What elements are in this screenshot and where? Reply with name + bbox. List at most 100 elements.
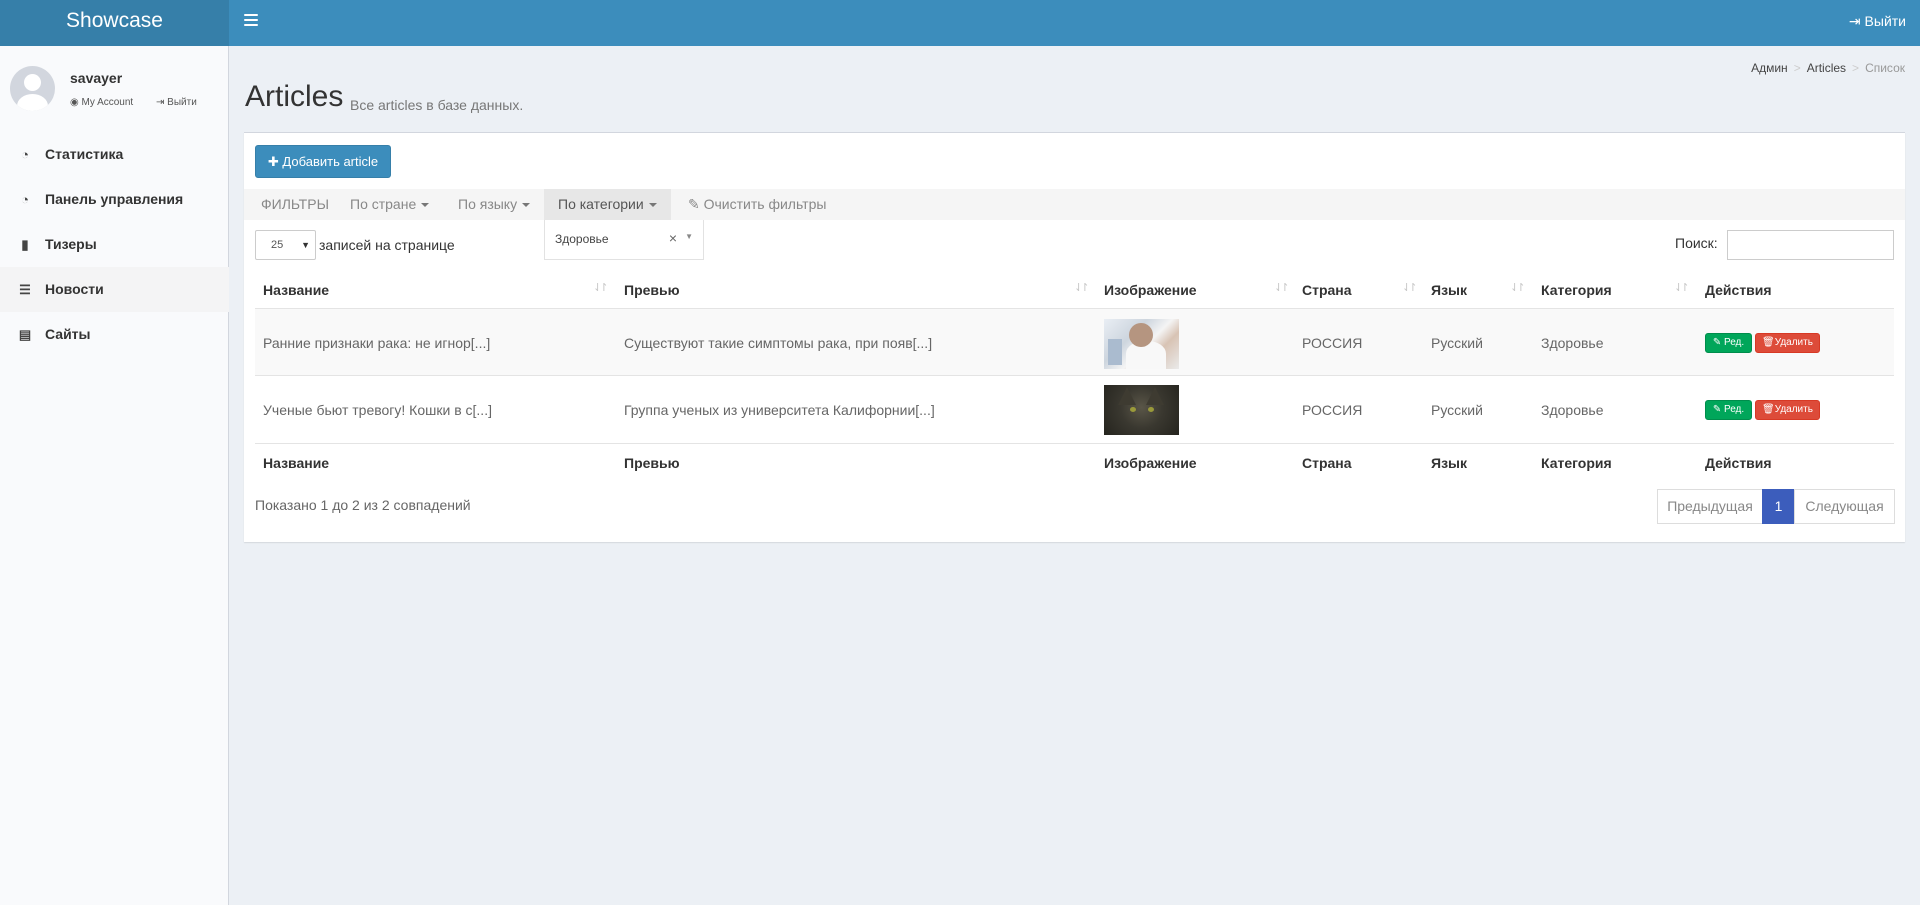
sign-out-icon: ⇥ xyxy=(1848,13,1861,29)
edit-button[interactable]: ✎ Ред. xyxy=(1705,333,1752,353)
user-links: ◉ My Account ⇥ Выйти xyxy=(70,97,217,108)
breadcrumb-articles[interactable]: Articles xyxy=(1807,61,1846,75)
sidebar: savayer ◉ My Account ⇥ Выйти ◔ Статистика… xyxy=(0,46,229,905)
filter-country[interactable]: По стране xyxy=(350,189,430,220)
category-select-value: Здоровье xyxy=(555,232,609,246)
footer-column-title: Название xyxy=(263,455,330,471)
avatar xyxy=(10,66,55,111)
trash-icon: 🗑 xyxy=(1762,337,1775,348)
pagination-page-1[interactable]: 1 xyxy=(1762,489,1795,524)
sidebar-item-label: Тизеры xyxy=(45,236,97,252)
sidebar-item-control-panel[interactable]: ◔ Панель управления xyxy=(0,177,229,222)
breadcrumb-admin[interactable]: Админ xyxy=(1751,61,1788,75)
table-row xyxy=(255,309,1894,375)
chevron-down-icon: ▼ xyxy=(685,232,693,241)
article-thumbnail xyxy=(1104,319,1179,369)
edit-button[interactable]: ✎ Ред. xyxy=(1705,400,1752,420)
logout-label: Выйти xyxy=(1864,13,1906,29)
user-logout-link[interactable]: ⇥ Выйти xyxy=(156,97,207,108)
sidebar-item-news[interactable]: ☰ Новости xyxy=(0,267,229,312)
filter-language[interactable]: По языку xyxy=(458,189,531,220)
logout-button[interactable]: ⇥ Выйти xyxy=(1849,0,1906,42)
pagination-next[interactable]: Следующая xyxy=(1794,489,1895,524)
sort-icon[interactable]: ⇃↾ xyxy=(1074,281,1090,294)
row-title: Ранние признаки рака: не игнор[...] xyxy=(263,335,491,351)
column-header-country[interactable]: Страна xyxy=(1302,282,1352,298)
eraser-icon: ✎ xyxy=(688,196,700,212)
username: savayer xyxy=(70,70,123,86)
filters-label: ФИЛЬТРЫ xyxy=(261,196,329,212)
column-header-title[interactable]: Название xyxy=(263,282,329,298)
sidebar-item-label: Сайты xyxy=(45,326,91,342)
column-header-image[interactable]: Изображение xyxy=(1104,282,1197,298)
column-header-preview[interactable]: Превью xyxy=(624,282,680,298)
column-header-category[interactable]: Категория xyxy=(1541,282,1612,298)
chevron-down-icon: ▼ xyxy=(301,240,310,250)
page-title: Articles xyxy=(245,80,344,113)
menu-toggle-icon[interactable] xyxy=(244,14,258,28)
delete-button[interactable]: 🗑Удалить xyxy=(1755,400,1820,420)
row-country: РОССИЯ xyxy=(1302,402,1363,418)
row-category: Здоровье xyxy=(1541,402,1604,418)
edit-icon: ✎ xyxy=(1712,337,1722,348)
page-subtitle: Все articles в базе данных. xyxy=(350,97,524,113)
footer-column-image: Изображение xyxy=(1104,455,1197,471)
footer-column-actions: Действия xyxy=(1705,455,1772,471)
page-length-label: записей на странице xyxy=(319,237,455,253)
filter-bar: ФИЛЬТРЫ По стране По языку По категории … xyxy=(244,189,1905,220)
sidebar-item-statistics[interactable]: ◔ Статистика xyxy=(0,132,229,177)
sidebar-item-sites[interactable]: ▤ Сайты xyxy=(0,312,229,357)
column-header-language[interactable]: Язык xyxy=(1431,282,1467,298)
trash-icon: 🗑 xyxy=(1762,404,1775,415)
sort-icon[interactable]: ⇃↾ xyxy=(1674,281,1690,294)
clear-filters-button[interactable]: ✎ Очистить фильтры xyxy=(688,189,826,220)
footer-column-category: Категория xyxy=(1541,455,1612,471)
row-preview: Группа ученых из университета Калифорнии… xyxy=(624,402,935,418)
footer-column-language: Язык xyxy=(1431,455,1467,471)
dashboard-icon: ◔ xyxy=(21,147,29,162)
row-language: Русский xyxy=(1431,402,1483,418)
sort-icon[interactable]: ⇃↾ xyxy=(593,281,609,294)
list-icon: ☰ xyxy=(19,282,31,297)
sidebar-menu: ◔ Статистика ◔ Панель управления ▮ Тизеры ☰… xyxy=(0,132,229,357)
clear-selection-icon[interactable]: × xyxy=(669,230,677,246)
sidebar-item-label: Новости xyxy=(45,281,104,297)
search-input[interactable] xyxy=(1727,230,1894,260)
sort-icon[interactable]: ⇃↾ xyxy=(1402,281,1418,294)
category-select[interactable]: Здоровье × ▼ xyxy=(544,220,704,260)
table-info: Показано 1 до 2 из 2 совпадений xyxy=(255,497,471,513)
breadcrumb-current: Список xyxy=(1865,61,1905,75)
filter-category[interactable]: По категории xyxy=(544,189,671,220)
pagination-previous[interactable]: Предыдущая xyxy=(1657,489,1763,524)
file-icon: ▮ xyxy=(21,237,29,252)
breadcrumb: Админ > Articles > Список xyxy=(1751,61,1905,75)
dashboard-icon: ◔ xyxy=(21,192,29,207)
caret-down-icon xyxy=(522,203,531,208)
sort-icon[interactable]: ⇃↾ xyxy=(1274,281,1290,294)
column-header-actions: Действия xyxy=(1705,282,1772,298)
row-preview: Существуют такие симптомы рака, при появ… xyxy=(624,335,933,351)
delete-button[interactable]: 🗑Удалить xyxy=(1755,333,1820,353)
sidebar-item-teasers[interactable]: ▮ Тизеры xyxy=(0,222,229,267)
edit-icon: ✎ xyxy=(1712,404,1722,415)
top-navbar: Showcase ⇥ Выйти xyxy=(0,0,1920,46)
add-article-button[interactable]: ✚ Добавить article xyxy=(255,145,391,178)
my-account-link[interactable]: ◉ My Account xyxy=(70,97,143,108)
row-country: РОССИЯ xyxy=(1302,335,1363,351)
article-thumbnail xyxy=(1104,385,1179,435)
page-length-select[interactable]: 25 ▼ xyxy=(255,230,316,260)
search-label: Поиск: xyxy=(1675,235,1718,251)
footer-column-preview: Превью xyxy=(624,455,680,471)
sidebar-item-label: Панель управления xyxy=(45,191,184,207)
articles-box: ✚ Добавить article ФИЛЬТРЫ По стране По … xyxy=(244,132,1905,542)
sort-icon[interactable]: ⇃↾ xyxy=(1510,281,1526,294)
caret-down-icon xyxy=(421,203,430,208)
caret-down-icon xyxy=(648,203,657,208)
sidebar-item-label: Статистика xyxy=(45,146,124,162)
plus-icon: ✚ xyxy=(267,154,279,169)
newspaper-icon: ▤ xyxy=(18,327,32,342)
row-category: Здоровье xyxy=(1541,335,1604,351)
app-logo[interactable]: Showcase xyxy=(0,0,229,46)
user-panel: savayer ◉ My Account ⇥ Выйти xyxy=(0,46,229,126)
footer-column-country: Страна xyxy=(1302,455,1352,471)
